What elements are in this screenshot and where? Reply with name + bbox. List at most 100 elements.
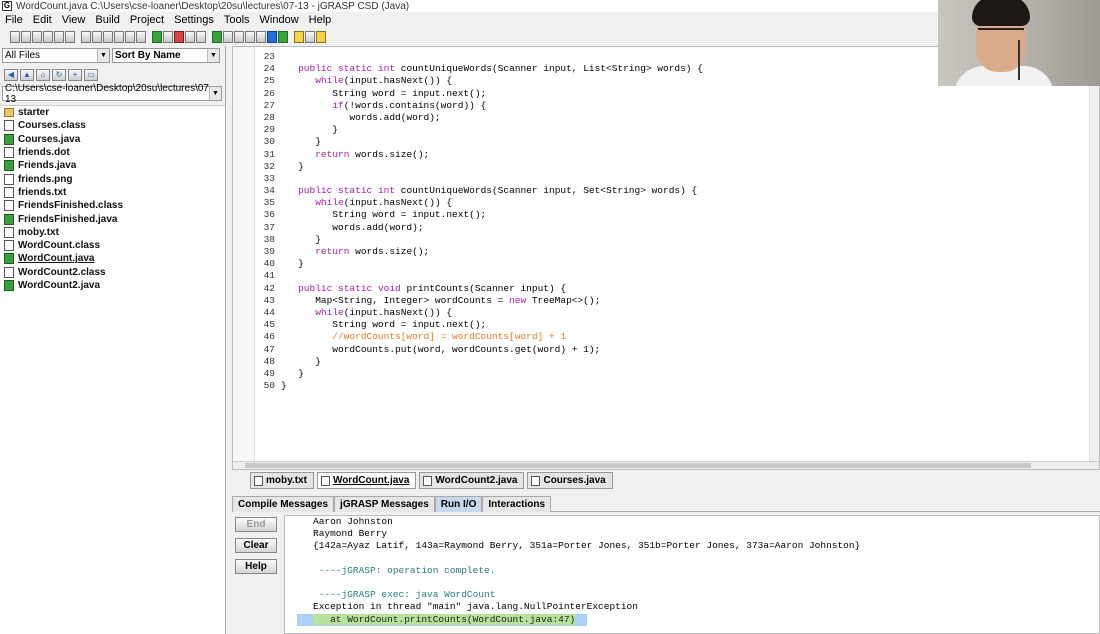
tab-wordcount-java[interactable]: WordCount.java — [316, 472, 417, 489]
code-line[interactable]: 32 } — [257, 161, 703, 173]
run-green-icon[interactable] — [212, 30, 222, 43]
file-list-item[interactable]: Courses.java — [4, 133, 225, 146]
code-line[interactable]: 44 while(input.hasNext()) { — [257, 307, 703, 319]
file-list-item[interactable]: Courses.class — [4, 119, 225, 132]
menu-item-tools[interactable]: Tools — [219, 14, 255, 26]
stack-trace-line[interactable]: at WordCount.printCounts(WordCount.java:… — [297, 613, 587, 626]
tab-jgrasp-messages[interactable]: jGRASP Messages — [334, 496, 435, 512]
copy-icon[interactable] — [54, 30, 64, 43]
code-line[interactable]: 27 if(!words.contains(word)) { — [257, 100, 703, 112]
scrollbar-thumb[interactable] — [245, 463, 1031, 468]
code-line[interactable]: 28 words.add(word); — [257, 112, 703, 124]
file-list-item[interactable]: friends.png — [4, 172, 225, 185]
refresh-icon[interactable]: ↻ — [52, 69, 66, 81]
cut-icon[interactable] — [43, 30, 53, 43]
code-line[interactable]: 37 words.add(word); — [257, 222, 703, 234]
file-list-item[interactable]: WordCount.class — [4, 239, 225, 252]
code-line[interactable]: 26 String word = input.next(); — [257, 88, 703, 100]
file-list-item[interactable]: FriendsFinished.java — [4, 212, 225, 225]
tab-wordcount2-java[interactable]: WordCount2.java — [419, 472, 525, 489]
open-icon[interactable] — [10, 30, 20, 43]
file-list-item[interactable]: friends.dot — [4, 146, 225, 159]
file-filter-select[interactable]: All Files ▼ — [2, 48, 110, 63]
print-icon[interactable] — [32, 30, 42, 43]
tab-courses-java[interactable]: Courses.java — [527, 472, 613, 489]
bar-chart-icon[interactable] — [234, 30, 244, 43]
tab-interactions[interactable]: Interactions — [482, 496, 552, 512]
compile-icon[interactable] — [152, 30, 162, 43]
code-line[interactable]: 40 } — [257, 258, 703, 270]
menu-item-window[interactable]: Window — [255, 14, 304, 26]
menu-item-view[interactable]: View — [57, 14, 91, 26]
help-button[interactable]: Help — [235, 559, 277, 574]
file-list-item[interactable]: WordCount.java — [4, 252, 225, 265]
notes-icon[interactable] — [316, 30, 326, 43]
code-area[interactable]: 23 24 public static int countUniqueWords(… — [257, 51, 703, 392]
end-button[interactable]: End — [235, 517, 277, 532]
menu-item-project[interactable]: Project — [125, 14, 169, 26]
menu-item-build[interactable]: Build — [90, 14, 124, 26]
paste-icon[interactable] — [65, 30, 75, 43]
code-line[interactable]: 47 wordCounts.put(word, wordCounts.get(w… — [257, 344, 703, 356]
undo-icon[interactable] — [81, 30, 91, 43]
tab-moby-txt[interactable]: moby.txt — [250, 472, 314, 489]
code-line[interactable]: 46 //wordCounts[word] = wordCounts[word]… — [257, 331, 703, 343]
generate-csd-icon[interactable] — [103, 30, 113, 43]
vertical-scrollbar[interactable] — [1089, 47, 1099, 461]
code-line[interactable]: 41 — [257, 270, 703, 282]
fold-icon[interactable] — [125, 30, 135, 43]
debug-bug-icon[interactable] — [223, 30, 233, 43]
file-list-item[interactable]: WordCount2.class — [4, 266, 225, 279]
file-list-item[interactable]: Friends.java — [4, 159, 225, 172]
up-folder-icon[interactable]: ▲ — [20, 69, 34, 81]
remove-csd-icon[interactable] — [114, 30, 124, 43]
code-line[interactable]: 34 public static int countUniqueWords(Sc… — [257, 185, 703, 197]
debug-icon[interactable] — [174, 30, 184, 43]
code-line[interactable]: 31 return words.size(); — [257, 149, 703, 161]
code-line[interactable]: 48 } — [257, 356, 703, 368]
redo-icon[interactable] — [92, 30, 102, 43]
code-line[interactable]: 42 public static void printCounts(Scanne… — [257, 283, 703, 295]
code-editor[interactable]: 23 24 public static int countUniqueWords(… — [232, 46, 1100, 470]
code-line[interactable]: 30 } — [257, 136, 703, 148]
clear-button[interactable]: Clear — [235, 538, 277, 553]
file-list-item[interactable]: WordCount2.java — [4, 279, 225, 292]
blue-window-icon[interactable] — [267, 30, 277, 43]
file-list-item[interactable]: moby.txt — [4, 226, 225, 239]
mail-icon[interactable] — [305, 30, 315, 43]
open-folder-icon[interactable]: ▭ — [84, 69, 98, 81]
code-line[interactable]: 29 } — [257, 124, 703, 136]
code-line[interactable]: 43 Map<String, Integer> wordCounts = new… — [257, 295, 703, 307]
directory-path-select[interactable]: C:\Users\cse-loaner\Desktop\20su\lecture… — [2, 83, 222, 105]
green-window-icon[interactable] — [278, 30, 288, 43]
menu-item-settings[interactable]: Settings — [169, 14, 219, 26]
file-list-item[interactable]: friends.txt — [4, 186, 225, 199]
step-icon[interactable] — [185, 30, 195, 43]
code-line[interactable]: 50} — [257, 380, 703, 392]
edit-icon[interactable] — [294, 30, 304, 43]
code-line[interactable]: 33 — [257, 173, 703, 185]
code-line[interactable]: 36 String word = input.next(); — [257, 209, 703, 221]
sort-select[interactable]: Sort By Name ▼ — [112, 48, 220, 63]
tree-icon[interactable] — [256, 30, 266, 43]
back-arrow-icon[interactable]: ◀ — [4, 69, 18, 81]
new-folder-icon[interactable]: + — [68, 69, 82, 81]
tab-run-i-o[interactable]: Run I/O — [434, 496, 483, 512]
code-line[interactable]: 23 — [257, 51, 703, 63]
pause-icon[interactable] — [196, 30, 206, 43]
code-line[interactable]: 39 return words.size(); — [257, 246, 703, 258]
run-io-output[interactable]: Aaron Johnston Raymond Berry {142a=Ayaz La… — [284, 515, 1100, 634]
save-icon[interactable] — [21, 30, 31, 43]
file-list-item[interactable]: starter — [4, 106, 225, 119]
code-line[interactable]: 35 while(input.hasNext()) { — [257, 197, 703, 209]
unfold-icon[interactable] — [136, 30, 146, 43]
file-list-item[interactable]: FriendsFinished.class — [4, 199, 225, 212]
code-line[interactable]: 38 } — [257, 234, 703, 246]
menu-item-file[interactable]: File — [0, 14, 28, 26]
home-folder-icon[interactable]: ⌂ — [36, 69, 50, 81]
code-line[interactable]: 25 while(input.hasNext()) { — [257, 75, 703, 87]
code-line[interactable]: 49 } — [257, 368, 703, 380]
code-line[interactable]: 24 public static int countUniqueWords(Sc… — [257, 63, 703, 75]
menu-item-help[interactable]: Help — [304, 14, 337, 26]
horizontal-scrollbar[interactable] — [233, 461, 1099, 469]
